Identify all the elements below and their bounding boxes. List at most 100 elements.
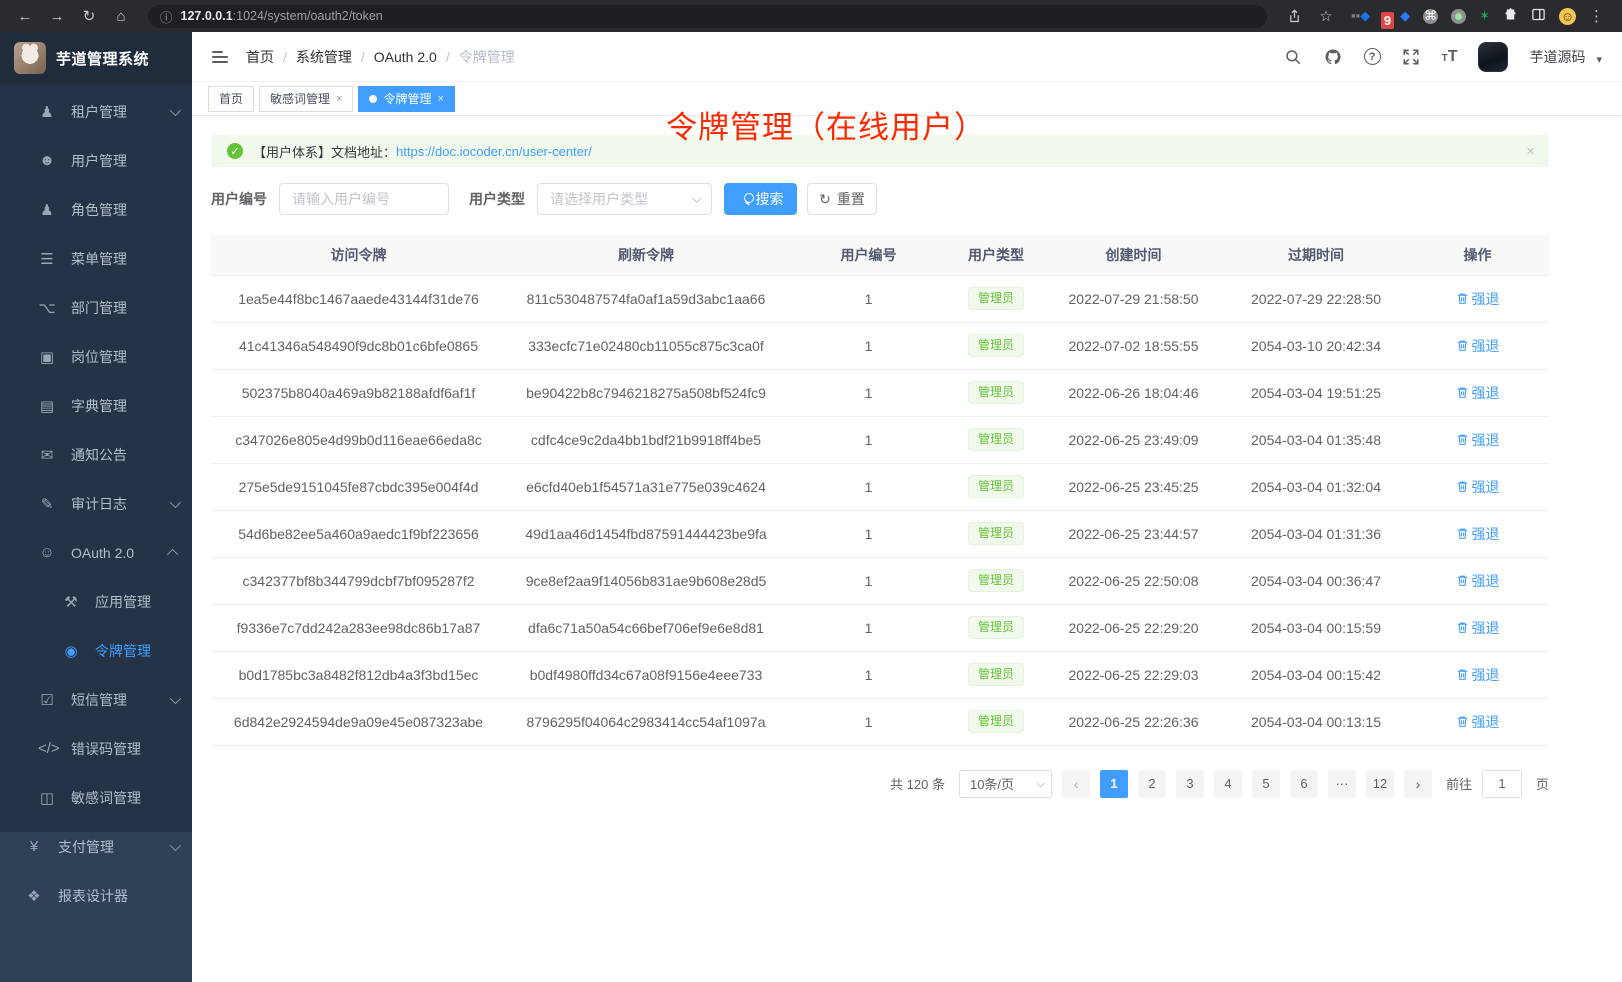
page-number-button[interactable]: 4 <box>1214 770 1242 798</box>
sidebar-collapse-icon[interactable] <box>212 51 228 63</box>
force-logout-button[interactable]: 强退 <box>1456 430 1500 450</box>
search-icon[interactable] <box>1284 47 1303 66</box>
bookmark-star-icon[interactable]: ☆ <box>1313 3 1339 29</box>
breadcrumb-item[interactable]: 首页 <box>246 47 274 67</box>
sidebar-item[interactable]: </> 错误码管理 <box>0 724 192 773</box>
sidebar-item-label: 菜单管理 <box>71 249 178 269</box>
page-number-button[interactable]: 12 <box>1366 770 1394 798</box>
refresh-token-cell: cdfc4ce9c2da4bb1bdf21b9918ff4be5 <box>506 416 786 463</box>
sidebar-item[interactable]: ❖ 报表设计器 <box>0 871 192 920</box>
sidebar-item[interactable]: ☺ OAuth 2.0 <box>0 528 192 577</box>
sidebar-item[interactable]: ▣ 岗位管理 <box>0 332 192 381</box>
page-size-select[interactable]: 10条/页 <box>959 770 1052 798</box>
browser-profile-icon[interactable]: ☺ <box>1559 8 1576 25</box>
page-number-button[interactable]: 2 <box>1138 770 1166 798</box>
access-token-cell: b0d1785bc3a8482f812db4a3f3bd15ec <box>211 651 506 698</box>
browser-chrome: ← → ↻ ⌂ ⓘ 127.0.0.1:1024/system/oauth2/t… <box>0 0 1622 32</box>
page-tab[interactable]: 首页 <box>208 86 254 112</box>
user-id-cell: 1 <box>786 510 951 557</box>
current-username[interactable]: 芋道源码 <box>1529 47 1585 67</box>
pay-yen-icon: ¥ <box>25 838 43 855</box>
force-logout-button[interactable]: 强退 <box>1456 524 1500 544</box>
page-number-button[interactable]: 5 <box>1252 770 1280 798</box>
reset-button[interactable]: ↻ 重置 <box>807 183 877 215</box>
side-panel-icon[interactable] <box>1531 7 1546 25</box>
forward-icon[interactable]: → <box>44 3 70 29</box>
force-logout-button[interactable]: 强退 <box>1456 336 1500 356</box>
font-size-icon[interactable]: TT <box>1442 48 1458 66</box>
tab-close-icon[interactable]: × <box>336 93 342 105</box>
page-tab[interactable]: 敏感词管理 × <box>259 86 353 112</box>
prev-page-button[interactable]: ‹ <box>1062 770 1090 798</box>
recorder-extension-icon[interactable] <box>1451 9 1466 24</box>
created-time-cell: 2022-06-25 23:49:09 <box>1041 416 1226 463</box>
user-icon: ☻ <box>38 152 56 169</box>
page-tab[interactable]: 令牌管理 × <box>358 86 454 112</box>
user-id-label: 用户编号 <box>211 189 267 209</box>
alert-close-icon[interactable]: × <box>1526 143 1535 160</box>
tab-close-icon[interactable]: × <box>437 93 443 105</box>
token-signal-icon: ◉ <box>62 642 80 660</box>
sidebar-item[interactable]: ◫ 敏感词管理 <box>0 773 192 822</box>
created-time-cell: 2022-06-25 22:29:20 <box>1041 604 1226 651</box>
force-logout-button[interactable]: 强退 <box>1456 477 1500 497</box>
sidebar-item[interactable]: ▤ 字典管理 <box>0 381 192 430</box>
refresh-token-cell: 333ecfc71e02480cb11055c875c3ca0f <box>506 322 786 369</box>
sidebar-item[interactable]: ♟ 租户管理 <box>0 87 192 136</box>
search-lens-icon <box>738 193 750 205</box>
page-number-button[interactable]: 1 <box>1100 770 1128 798</box>
kebab-menu-icon[interactable]: ⋮ <box>1589 7 1604 25</box>
user-id-input[interactable] <box>279 183 449 215</box>
breadcrumb-item[interactable]: OAuth 2.0 <box>352 49 437 65</box>
sidebar-item[interactable]: ⌥ 部门管理 <box>0 283 192 332</box>
home-icon[interactable]: ⌂ <box>108 3 134 29</box>
sidebar-item[interactable]: ☻ 用户管理 <box>0 136 192 185</box>
sidebar-item[interactable]: ¥ 支付管理 <box>0 822 192 871</box>
next-page-button[interactable]: › <box>1404 770 1432 798</box>
goto-page-input[interactable] <box>1482 770 1522 798</box>
force-logout-button[interactable]: 强退 <box>1456 712 1500 732</box>
share-icon[interactable] <box>1281 3 1307 29</box>
reload-icon[interactable]: ↻ <box>76 3 102 29</box>
fullscreen-icon[interactable] <box>1402 47 1421 66</box>
address-bar[interactable]: ⓘ 127.0.0.1:1024/system/oauth2/token <box>148 5 1267 28</box>
site-info-icon[interactable]: ⓘ <box>160 7 173 26</box>
page-number-button[interactable]: 3 <box>1176 770 1204 798</box>
sidebar-item[interactable]: ⚒ 应用管理 <box>0 577 192 626</box>
breadcrumb-item[interactable]: 令牌管理 <box>437 47 515 67</box>
page-number-button[interactable]: 6 <box>1290 770 1318 798</box>
extensions-puzzle-icon[interactable] <box>1503 7 1518 25</box>
dept-org-icon: ⌥ <box>38 299 56 317</box>
table-row: 502375b8040a469a9b82188afdf6af1f be90422… <box>211 369 1549 416</box>
user-type-select[interactable]: 请选择用户类型 <box>537 183 712 215</box>
gem-extension-icon[interactable]: ◆ <box>1400 8 1410 24</box>
force-logout-button[interactable]: 强退 <box>1456 665 1500 685</box>
extension-blocks-icon[interactable]: ▪▪◆ 9 <box>1351 8 1387 24</box>
sidebar-item[interactable]: ✉ 通知公告 <box>0 430 192 479</box>
trash-icon <box>1456 715 1469 728</box>
search-button[interactable]: 搜索 <box>724 183 797 215</box>
app-logo: 芋道管理系统 <box>0 32 192 84</box>
force-logout-button[interactable]: 强退 <box>1456 289 1500 309</box>
force-logout-button[interactable]: 强退 <box>1456 383 1500 403</box>
sidebar-item[interactable]: ☰ 菜单管理 <box>0 234 192 283</box>
page-number-button[interactable]: ··· <box>1328 770 1356 798</box>
sidebar-item[interactable]: ✎ 审计日志 <box>0 479 192 528</box>
green-star-extension-icon[interactable]: ✶ <box>1479 8 1490 24</box>
user-avatar[interactable] <box>1478 42 1508 72</box>
doc-link[interactable]: https://doc.iocoder.cn/user-center/ <box>396 144 592 159</box>
back-icon[interactable]: ← <box>12 3 38 29</box>
sidebar-item[interactable]: ☑ 短信管理 <box>0 675 192 724</box>
table-header-row: 访问令牌刷新令牌用户编号用户类型创建时间过期时间操作 <box>211 235 1549 275</box>
force-logout-button[interactable]: 强退 <box>1456 618 1500 638</box>
errcode-code-icon: </> <box>38 740 56 757</box>
sidebar-item[interactable]: ◉ 令牌管理 <box>0 626 192 675</box>
sidebar-item-label: 令牌管理 <box>95 641 178 661</box>
command-extension-icon[interactable]: ⌘ <box>1423 9 1438 24</box>
sidebar-item[interactable]: ♟ 角色管理 <box>0 185 192 234</box>
breadcrumb-item[interactable]: 系统管理 <box>274 47 352 67</box>
github-icon[interactable] <box>1324 47 1343 66</box>
help-icon[interactable]: ? <box>1364 48 1381 65</box>
force-logout-button[interactable]: 强退 <box>1456 571 1500 591</box>
sidebar-item-label: 短信管理 <box>71 690 170 710</box>
